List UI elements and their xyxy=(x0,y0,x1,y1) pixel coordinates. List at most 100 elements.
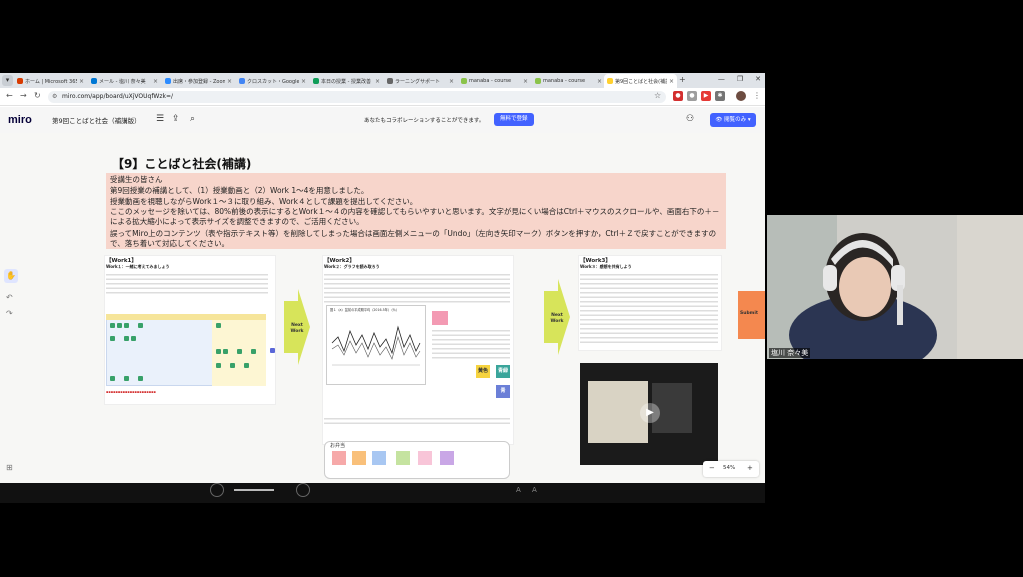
sticky-note[interactable] xyxy=(352,451,366,465)
checkbox[interactable] xyxy=(110,336,115,341)
window-controls: — ❐ ✕ xyxy=(718,75,761,83)
tab-favicon-icon xyxy=(607,78,613,84)
browser-tab[interactable]: 本日の授業 - 授業改善 × xyxy=(310,74,383,88)
free-signup-button[interactable]: 無料で登録 xyxy=(494,113,534,126)
zoom-out-icon[interactable]: − xyxy=(709,464,715,472)
notice-text: 受講生の皆さん xyxy=(110,175,163,184)
extension-icon[interactable]: ▶ xyxy=(701,91,711,101)
close-icon[interactable]: × xyxy=(79,78,84,85)
close-icon[interactable]: × xyxy=(227,78,232,85)
work2-subtitle: Work２：グラフを読み取ろう xyxy=(324,264,380,269)
miro-logo[interactable]: miro xyxy=(8,114,32,126)
checkbox[interactable] xyxy=(244,363,249,368)
browser-window: ▾ ホーム | Microsoft 365 × メール - 塩川 奈々美 × 出席・… xyxy=(0,73,765,483)
checkbox[interactable] xyxy=(110,323,115,328)
checkbox[interactable] xyxy=(230,363,235,368)
checkbox[interactable] xyxy=(216,349,221,354)
notice-text: 誤ってMiro上のコンテンツ（表や指示テキスト等）を削除してしまった場合は画面左… xyxy=(110,229,717,248)
extension-icon[interactable]: ● xyxy=(687,91,697,101)
board-title[interactable]: 第9回ことばと社会（補講版） xyxy=(52,115,141,125)
checkbox[interactable] xyxy=(124,323,129,328)
work1-instructions xyxy=(106,271,268,295)
checkbox[interactable] xyxy=(124,336,129,341)
checkbox[interactable] xyxy=(110,376,115,381)
tab-search-icon[interactable]: ▾ xyxy=(2,75,13,86)
back-icon[interactable]: ← xyxy=(6,91,13,100)
export-icon[interactable]: ⇪ xyxy=(172,114,180,124)
scroll-left-icon[interactable] xyxy=(210,483,224,497)
checkbox[interactable] xyxy=(251,349,256,354)
checkbox[interactable] xyxy=(223,349,228,354)
undo-icon[interactable]: ↶ xyxy=(6,293,13,302)
tab-bar: ▾ ホーム | Microsoft 365 × メール - 塩川 奈々美 × 出席・… xyxy=(0,73,765,88)
work3-instructions xyxy=(580,271,718,345)
screen: ▾ ホーム | Microsoft 365 × メール - 塩川 奈々美 × 出席・… xyxy=(0,0,1023,577)
pink-sticky-note[interactable] xyxy=(432,311,448,325)
close-icon[interactable]: × xyxy=(523,78,528,85)
minimap-icon[interactable]: ⊞ xyxy=(6,463,13,472)
embedded-video[interactable]: ▶ xyxy=(580,363,718,465)
browser-tab[interactable]: manaba - course × xyxy=(532,74,605,88)
reload-icon[interactable]: ↻ xyxy=(34,91,41,100)
checkbox[interactable] xyxy=(216,323,221,328)
avatar[interactable] xyxy=(736,91,746,101)
zoom-in-icon[interactable]: + xyxy=(747,464,753,472)
checkbox[interactable] xyxy=(216,363,221,368)
redo-icon[interactable]: ↷ xyxy=(6,309,13,318)
site-info-icon[interactable]: ⚙ xyxy=(52,91,57,103)
close-icon[interactable]: × xyxy=(301,78,306,85)
checkbox[interactable] xyxy=(138,323,143,328)
close-icon[interactable]: × xyxy=(597,78,602,85)
sticky-note[interactable] xyxy=(332,451,346,465)
collab-message: あなたもコラボレーションすることができます。 xyxy=(364,118,485,124)
sticky-note[interactable] xyxy=(440,451,454,465)
maximize-icon[interactable]: ❐ xyxy=(737,75,743,83)
new-tab-button[interactable]: + xyxy=(679,75,686,84)
browser-tab-active[interactable]: 第9回ことばと社会(補講) × xyxy=(604,74,677,88)
text-size-icon[interactable]: A xyxy=(532,486,537,494)
browser-tab[interactable]: ラーニングサポート × xyxy=(384,74,457,88)
checkbox[interactable] xyxy=(131,336,136,341)
checkbox[interactable] xyxy=(138,376,143,381)
close-icon[interactable]: × xyxy=(375,78,380,85)
notice-text: 授業動画を視聴しながらWork１～３に取り組み、Work４として課題を提出してく… xyxy=(110,197,418,206)
browser-tab[interactable]: クロスカット・Google × xyxy=(236,74,309,88)
puzzle-icon[interactable]: ✱ xyxy=(715,91,725,101)
close-icon[interactable]: × xyxy=(153,78,158,85)
browser-tab[interactable]: manaba - course × xyxy=(458,74,531,88)
menu-dots-icon[interactable]: ⋮ xyxy=(753,91,761,100)
checkbox[interactable] xyxy=(124,376,129,381)
forward-icon[interactable]: → xyxy=(20,91,27,100)
board-heading: 【9】ことばと社会(補講) xyxy=(112,157,252,171)
browser-tab[interactable]: メール - 塩川 奈々美 × xyxy=(88,74,161,88)
checkbox[interactable] xyxy=(237,349,242,354)
sticky-note[interactable] xyxy=(418,451,432,465)
scrollbar-thumb[interactable] xyxy=(234,489,274,491)
play-icon[interactable]: ▶ xyxy=(640,403,660,423)
extension-icon[interactable]: ● xyxy=(673,91,683,101)
checkbox[interactable] xyxy=(270,348,275,353)
view-only-button[interactable]: 👁 閲覧のみ ▾ xyxy=(710,113,756,127)
miro-canvas[interactable]: 【9】ことばと社会(補講) 受講生の皆さん 第9回授業の補講として、（1）授業動… xyxy=(0,133,765,483)
sticky-note[interactable] xyxy=(396,451,410,465)
tab-favicon-icon xyxy=(313,78,319,84)
browser-tab[interactable]: 出席・参加登録 - Zoom × xyxy=(162,74,235,88)
zoom-control: − 54% + xyxy=(703,461,759,477)
search-icon[interactable]: ⌕ xyxy=(190,114,195,124)
close-icon[interactable]: × xyxy=(669,78,674,85)
url-input[interactable]: ⚙ miro.com/app/board/uXjVOUqfWzk=/ xyxy=(48,91,666,103)
scroll-right-icon[interactable] xyxy=(296,483,310,497)
close-icon[interactable]: × xyxy=(449,78,454,85)
text-size-icon[interactable]: A xyxy=(516,486,521,494)
minimize-icon[interactable]: — xyxy=(718,75,725,83)
webcam-tile[interactable]: 塩川 奈々美 xyxy=(767,215,1023,359)
checkbox[interactable] xyxy=(117,323,122,328)
bookmark-star-icon[interactable]: ☆ xyxy=(654,91,661,100)
menu-icon[interactable]: ☰ xyxy=(156,114,164,124)
tab-favicon-icon xyxy=(535,78,541,84)
sticky-note[interactable] xyxy=(372,451,386,465)
browser-tab[interactable]: ホーム | Microsoft 365 × xyxy=(14,74,87,88)
reactions-icon[interactable]: ⚇ xyxy=(686,114,694,124)
notice-text: ここのメッセージを除いては、80%前後の表示にするとWork１～４の内容を確認し… xyxy=(110,207,720,226)
close-window-icon[interactable]: ✕ xyxy=(755,75,761,83)
